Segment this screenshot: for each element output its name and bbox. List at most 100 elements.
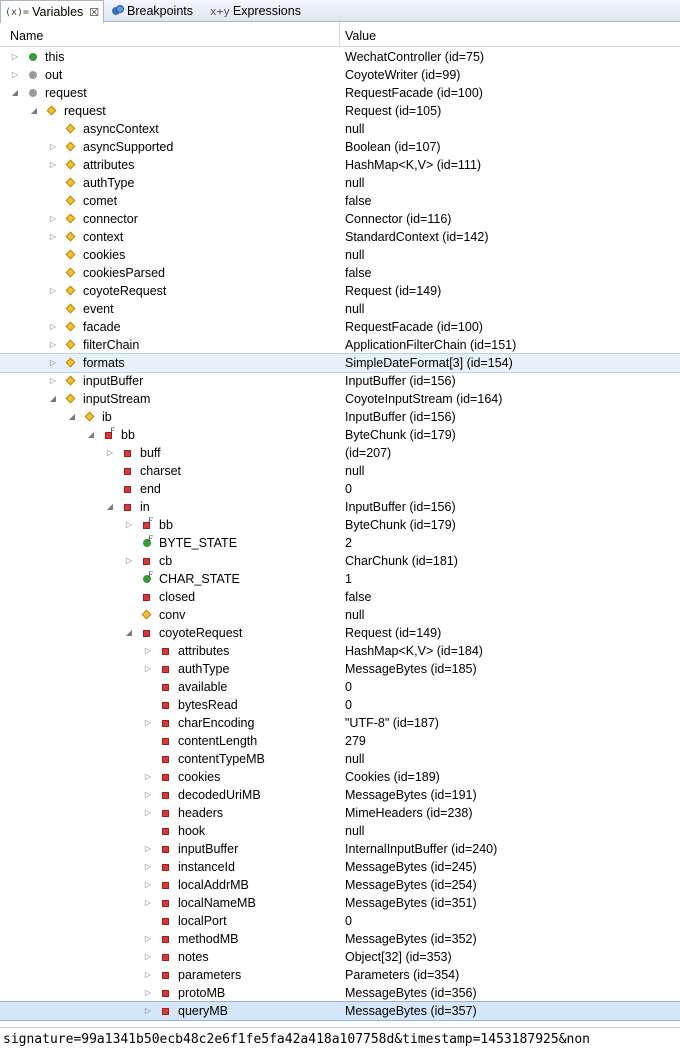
tree-row[interactable]: available 0 (0, 678, 680, 696)
tree-row[interactable]: authType null (0, 174, 680, 192)
tree-row[interactable]: ▷ connector Connector (id=116) (0, 210, 680, 228)
expand-arrow-icon[interactable]: ▷ (48, 354, 58, 372)
value-column-header[interactable]: Value (345, 26, 376, 46)
tree-row[interactable]: ◢ request RequestFacade (id=100) (0, 84, 680, 102)
expand-arrow-icon[interactable]: ▷ (124, 552, 134, 570)
expand-arrow-icon[interactable]: ▷ (48, 372, 58, 390)
tree-row[interactable]: ▷ cookies Cookies (id=189) (0, 768, 680, 786)
tree-row[interactable]: ▷ charEncoding "UTF-8" (id=187) (0, 714, 680, 732)
expand-arrow-icon[interactable]: ▷ (48, 282, 58, 300)
collapse-arrow-icon[interactable]: ◢ (124, 624, 134, 642)
collapse-arrow-icon[interactable]: ◢ (105, 498, 115, 516)
tree-row[interactable]: ▷ methodMB MessageBytes (id=352) (0, 930, 680, 948)
tree-row[interactable]: ◢ in InputBuffer (id=156) (0, 498, 680, 516)
tree-row[interactable]: ▷ asyncSupported Boolean (id=107) (0, 138, 680, 156)
tree-row[interactable]: ▷ inputBuffer InputBuffer (id=156) (0, 372, 680, 390)
expand-arrow-icon[interactable]: ▷ (143, 840, 153, 858)
expand-arrow-icon[interactable]: ▷ (124, 516, 134, 534)
tree-row[interactable]: ▷ headers MimeHeaders (id=238) (0, 804, 680, 822)
tree-row[interactable]: ▷ notes Object[32] (id=353) (0, 948, 680, 966)
expand-arrow-icon[interactable]: ▷ (143, 930, 153, 948)
expand-arrow-icon[interactable]: ▷ (143, 714, 153, 732)
tree-row[interactable]: contentTypeMB null (0, 750, 680, 768)
expand-arrow-icon[interactable]: ▷ (48, 336, 58, 354)
tree-row[interactable]: cookies null (0, 246, 680, 264)
tree-row[interactable]: ◢ Fbb ByteChunk (id=179) (0, 426, 680, 444)
tree-row[interactable]: ◢ request Request (id=105) (0, 102, 680, 120)
tree-row[interactable]: ▷ localAddrMB MessageBytes (id=254) (0, 876, 680, 894)
tree-row[interactable]: comet false (0, 192, 680, 210)
tree-row[interactable]: ▷ out CoyoteWriter (id=99) (0, 66, 680, 84)
tree-row[interactable]: ▷ formats SimpleDateFormat[3] (id=154) (0, 353, 680, 373)
expand-arrow-icon[interactable]: ▷ (143, 984, 153, 1002)
tree-row[interactable]: ▷ filterChain ApplicationFilterChain (id=1… (0, 336, 680, 354)
tree-row[interactable]: ▷ authType MessageBytes (id=185) (0, 660, 680, 678)
tree-row[interactable]: ▷ buff (id=207) (0, 444, 680, 462)
expand-arrow-icon[interactable]: ▷ (10, 48, 20, 66)
tree-row[interactable]: bytesRead 0 (0, 696, 680, 714)
tree-row[interactable]: conv null (0, 606, 680, 624)
tab-expressions[interactable]: x+y Expressions (204, 0, 314, 22)
expand-arrow-icon[interactable]: ▷ (143, 786, 153, 804)
tree-row[interactable]: asyncContext null (0, 120, 680, 138)
tab-variables-label: Variables (32, 5, 84, 19)
expand-arrow-icon[interactable]: ▷ (48, 210, 58, 228)
tree-row[interactable]: ▷ Fbb ByteChunk (id=179) (0, 516, 680, 534)
tree-row[interactable]: localPort 0 (0, 912, 680, 930)
expand-arrow-icon[interactable]: ▷ (10, 66, 20, 84)
collapse-arrow-icon[interactable]: ◢ (48, 390, 58, 408)
tree-row[interactable]: ▷ attributes HashMap<K,V> (id=184) (0, 642, 680, 660)
expand-arrow-icon[interactable]: ▷ (105, 444, 115, 462)
tab-breakpoints[interactable]: Breakpoints (106, 0, 206, 22)
detail-pane[interactable]: signature=99a1341b50ecb48c2e6f1fe5fa42a4… (0, 1027, 680, 1052)
tree-row[interactable]: ▷ queryMB MessageBytes (id=357) (0, 1001, 680, 1021)
close-tab-icon[interactable]: ☒ (89, 6, 99, 19)
expand-arrow-icon[interactable]: ▷ (48, 138, 58, 156)
tree-row[interactable]: F BYTE_STATE 2 (0, 534, 680, 552)
collapse-arrow-icon[interactable]: ◢ (29, 102, 39, 120)
tree-row[interactable]: ▷ protoMB MessageBytes (id=356) (0, 984, 680, 1002)
tree-row[interactable]: ▷ inputBuffer InternalInputBuffer (id=240) (0, 840, 680, 858)
tree-row[interactable]: F CHAR_STATE 1 (0, 570, 680, 588)
expand-arrow-icon[interactable]: ▷ (143, 894, 153, 912)
expand-arrow-icon[interactable]: ▷ (143, 1002, 153, 1020)
tab-variables[interactable]: (x)= Variables ☒ (0, 0, 104, 23)
tree-row[interactable]: ▷ cb CharChunk (id=181) (0, 552, 680, 570)
tree-row[interactable]: charset null (0, 462, 680, 480)
expand-arrow-icon[interactable]: ▷ (143, 858, 153, 876)
name-column-header[interactable]: Name (10, 26, 43, 46)
tree-row[interactable]: event null (0, 300, 680, 318)
tree-row[interactable]: closed false (0, 588, 680, 606)
tree-row[interactable]: ▷ instanceId MessageBytes (id=245) (0, 858, 680, 876)
expand-arrow-icon[interactable]: ▷ (143, 876, 153, 894)
tree-row[interactable]: ◢ ib InputBuffer (id=156) (0, 408, 680, 426)
expand-arrow-icon[interactable]: ▷ (143, 660, 153, 678)
tree-row[interactable]: ▷ context StandardContext (id=142) (0, 228, 680, 246)
tree-row[interactable]: ▷ coyoteRequest Request (id=149) (0, 282, 680, 300)
expand-arrow-icon[interactable]: ▷ (48, 156, 58, 174)
tree-row[interactable]: ▷ this WechatController (id=75) (0, 48, 680, 66)
tab-breakpoints-label: Breakpoints (127, 4, 194, 18)
tree-row[interactable]: ▷ localNameMB MessageBytes (id=351) (0, 894, 680, 912)
expand-arrow-icon[interactable]: ▷ (143, 768, 153, 786)
expand-arrow-icon[interactable]: ▷ (48, 228, 58, 246)
column-divider[interactable] (339, 22, 340, 46)
collapse-arrow-icon[interactable]: ◢ (86, 426, 96, 444)
tree-row[interactable]: ◢ inputStream CoyoteInputStream (id=164) (0, 390, 680, 408)
tree-row[interactable]: ▷ parameters Parameters (id=354) (0, 966, 680, 984)
collapse-arrow-icon[interactable]: ◢ (10, 84, 20, 102)
tree-row[interactable]: end 0 (0, 480, 680, 498)
tree-row[interactable]: ▷ facade RequestFacade (id=100) (0, 318, 680, 336)
expand-arrow-icon[interactable]: ▷ (48, 318, 58, 336)
expand-arrow-icon[interactable]: ▷ (143, 948, 153, 966)
tree-row[interactable]: ▷ decodedUriMB MessageBytes (id=191) (0, 786, 680, 804)
tree-row[interactable]: cookiesParsed false (0, 264, 680, 282)
tree-row[interactable]: ◢ coyoteRequest Request (id=149) (0, 624, 680, 642)
tree-row[interactable]: ▷ attributes HashMap<K,V> (id=111) (0, 156, 680, 174)
tree-row[interactable]: contentLength 279 (0, 732, 680, 750)
expand-arrow-icon[interactable]: ▷ (143, 642, 153, 660)
expand-arrow-icon[interactable]: ▷ (143, 966, 153, 984)
tree-row[interactable]: hook null (0, 822, 680, 840)
expand-arrow-icon[interactable]: ▷ (143, 804, 153, 822)
collapse-arrow-icon[interactable]: ◢ (67, 408, 77, 426)
